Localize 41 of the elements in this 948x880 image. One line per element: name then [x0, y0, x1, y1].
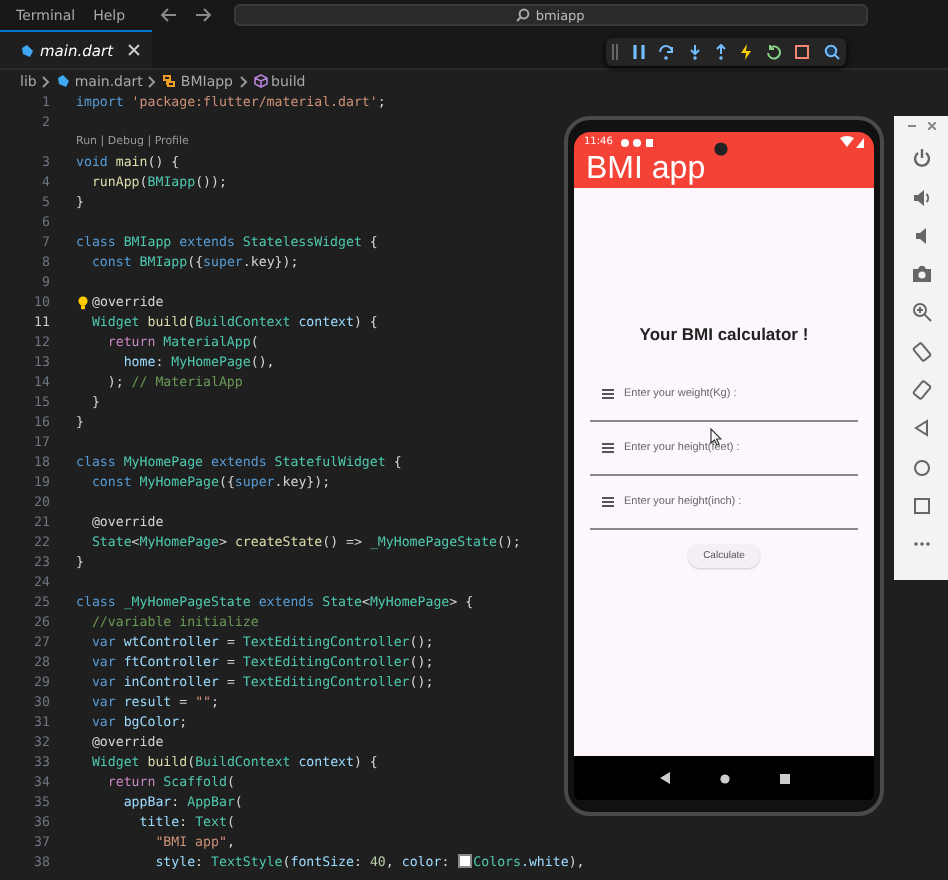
rotate-right-icon[interactable]: [911, 380, 931, 401]
zoom-icon[interactable]: [911, 302, 931, 323]
camera-icon[interactable]: [911, 264, 931, 285]
search-icon[interactable]: [823, 44, 840, 60]
vol-up-icon[interactable]: [911, 187, 931, 208]
cube-icon: [253, 74, 268, 88]
lines-icon: [602, 496, 614, 508]
calculator-heading: Your BMI calculator !: [639, 324, 809, 344]
home-icon[interactable]: [719, 773, 729, 783]
back-icon[interactable]: [659, 772, 669, 784]
dart-file-icon: [20, 43, 34, 57]
camera-hole-icon: [714, 142, 728, 156]
lines-icon: [602, 388, 614, 400]
step-into-icon[interactable]: [687, 44, 702, 60]
chevron-icon: [42, 75, 51, 87]
step-out-icon[interactable]: [713, 44, 728, 60]
pause-icon[interactable]: [631, 44, 646, 60]
power-icon[interactable]: [911, 148, 931, 169]
forward-arrow-icon[interactable]: [193, 8, 212, 22]
stop-icon[interactable]: [794, 44, 811, 60]
vol-down-icon[interactable]: [911, 225, 931, 246]
lightning-icon[interactable]: [740, 44, 753, 60]
rotate-left-icon[interactable]: [911, 341, 931, 362]
app-title: BMI app: [586, 152, 706, 188]
chevron-icon: [148, 75, 157, 87]
class-icon: [162, 74, 177, 88]
chevron-icon: [239, 75, 248, 87]
minimize-icon[interactable]: [907, 122, 915, 130]
back-arrow-icon[interactable]: [159, 8, 178, 22]
notification-icons: [620, 137, 657, 147]
restart-icon[interactable]: [765, 44, 782, 60]
overview-icon[interactable]: [779, 773, 789, 783]
step-over-icon[interactable]: [658, 44, 675, 60]
grip-icon[interactable]: [612, 44, 619, 60]
search-icon: [515, 8, 530, 22]
dart-file-icon: [56, 74, 71, 88]
pointer-icon: [710, 428, 722, 446]
lines-icon: [602, 442, 614, 454]
close-icon[interactable]: [127, 44, 140, 56]
signal-icon: [840, 136, 864, 148]
lightbulb-icon[interactable]: [78, 295, 88, 309]
